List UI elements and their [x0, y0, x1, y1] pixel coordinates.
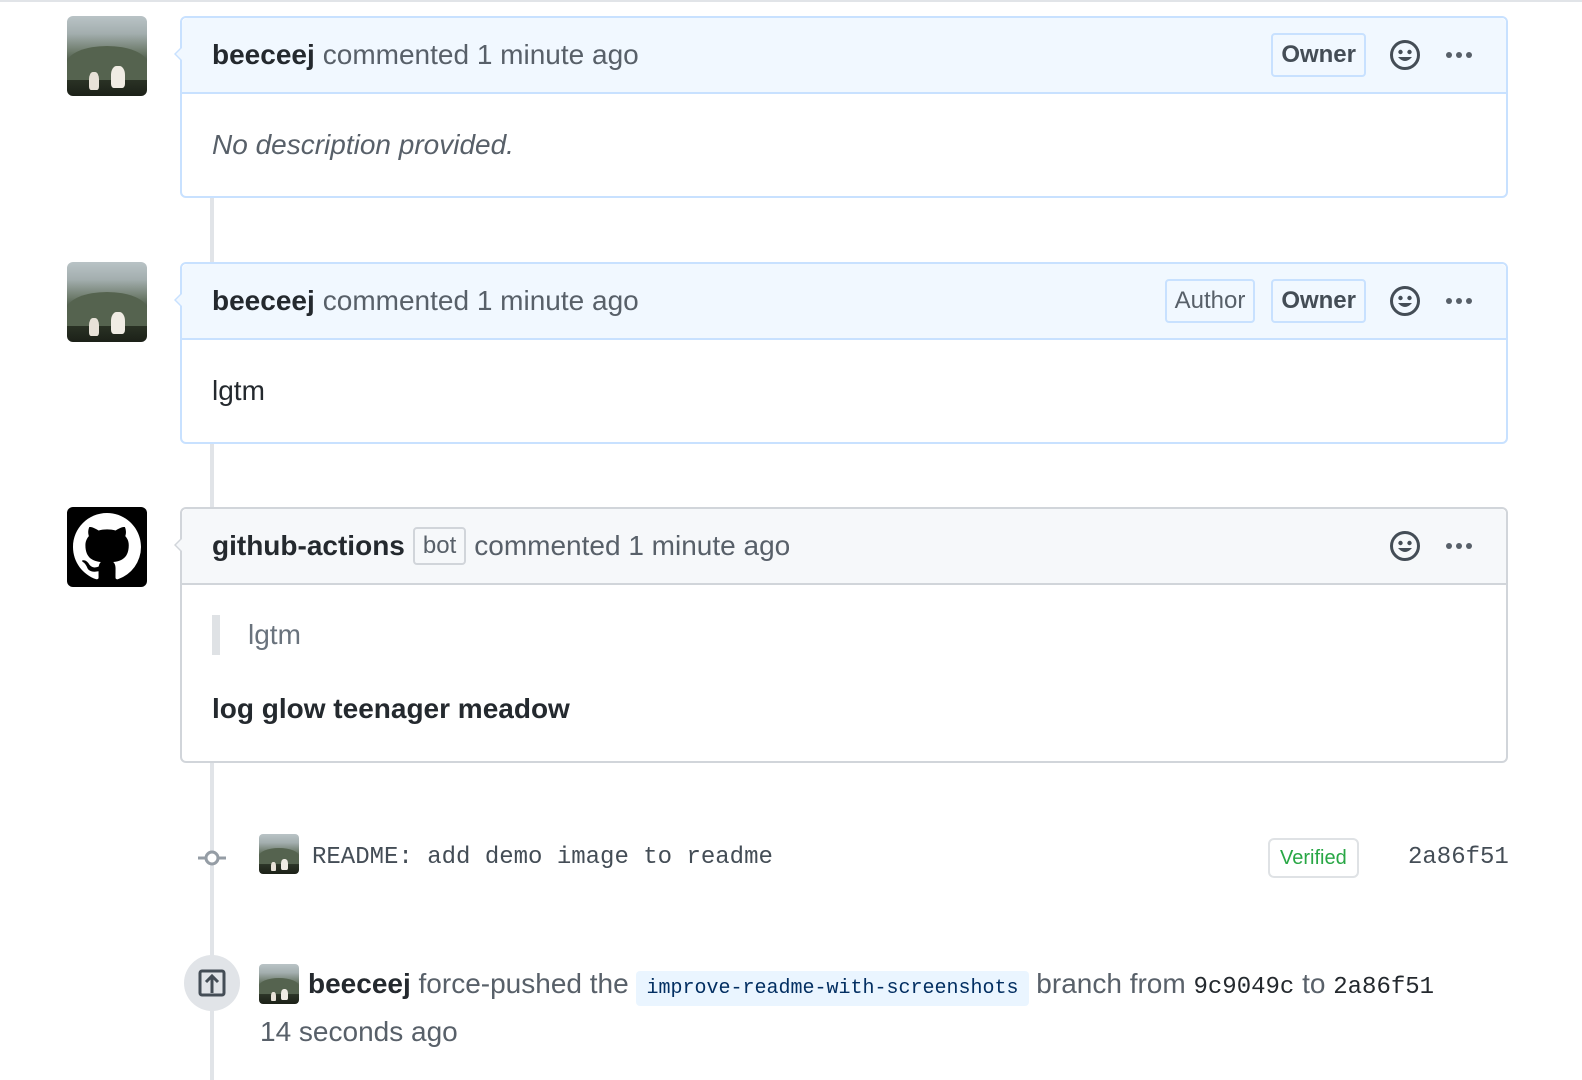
owner-badge: Owner — [1271, 33, 1366, 77]
kebab-icon[interactable] — [1442, 38, 1476, 72]
push-author[interactable]: beeceej — [308, 968, 411, 999]
commit-message[interactable]: README: add demo image to readme — [312, 843, 773, 873]
author-badge: Author — [1164, 279, 1256, 323]
to-sha[interactable]: 2a86f51 — [1333, 974, 1434, 1001]
comment-header: beeceej commented 1 minute ago Author Ow… — [174, 264, 1506, 340]
kebab-icon[interactable] — [1442, 529, 1476, 563]
comment-author[interactable]: beeceej — [212, 285, 315, 317]
comment-timestamp[interactable]: commented 1 minute ago — [323, 285, 639, 317]
avatar[interactable] — [259, 834, 299, 874]
push-text: branch from — [1036, 968, 1186, 999]
comment-card: github-actions bot commented 1 minute ag… — [174, 507, 1508, 763]
kebab-icon[interactable] — [1442, 284, 1476, 318]
comment-body: lgtm — [212, 375, 265, 406]
comment-body: No description provided. — [212, 129, 514, 160]
verified-badge[interactable]: Verified — [1268, 838, 1359, 878]
comment-author[interactable]: beeceej — [212, 39, 315, 71]
comment-timestamp[interactable]: commented 1 minute ago — [474, 530, 790, 562]
smiley-icon[interactable] — [1388, 529, 1422, 563]
comment-card: beeceej commented 1 minute ago Owner No … — [174, 16, 1508, 198]
owner-badge: Owner — [1271, 279, 1366, 323]
top-divider — [0, 0, 1582, 2]
comment-header: beeceej commented 1 minute ago Owner — [174, 18, 1506, 94]
avatar[interactable] — [259, 964, 299, 1004]
comment-card: beeceej commented 1 minute ago Author Ow… — [174, 262, 1508, 444]
blockquote: lgtm — [212, 615, 1476, 655]
commit-sha[interactable]: 2a86f51 — [1408, 843, 1509, 873]
push-text: to — [1302, 968, 1326, 999]
branch-name[interactable]: improve-readme-with-screenshots — [636, 971, 1029, 1006]
comment-timestamp[interactable]: commented 1 minute ago — [323, 39, 639, 71]
push-timestamp[interactable]: 14 seconds ago — [260, 1012, 458, 1052]
avatar[interactable] — [67, 262, 147, 342]
repo-push-icon — [184, 955, 240, 1011]
avatar[interactable] — [67, 16, 147, 96]
comment-author[interactable]: github-actions — [212, 530, 405, 562]
smiley-icon[interactable] — [1388, 38, 1422, 72]
smiley-icon[interactable] — [1388, 284, 1422, 318]
bot-badge: bot — [412, 527, 467, 565]
comment-header: github-actions bot commented 1 minute ag… — [174, 509, 1506, 585]
github-mark-icon[interactable] — [67, 507, 147, 587]
force-push-event: beeceej force-pushed the improve-readme-… — [308, 964, 1434, 1009]
comment-body: log glow teenager meadow — [212, 693, 570, 724]
push-text: force-pushed the — [418, 968, 629, 999]
from-sha[interactable]: 9c9049c — [1193, 974, 1294, 1001]
commit-icon — [198, 850, 226, 866]
